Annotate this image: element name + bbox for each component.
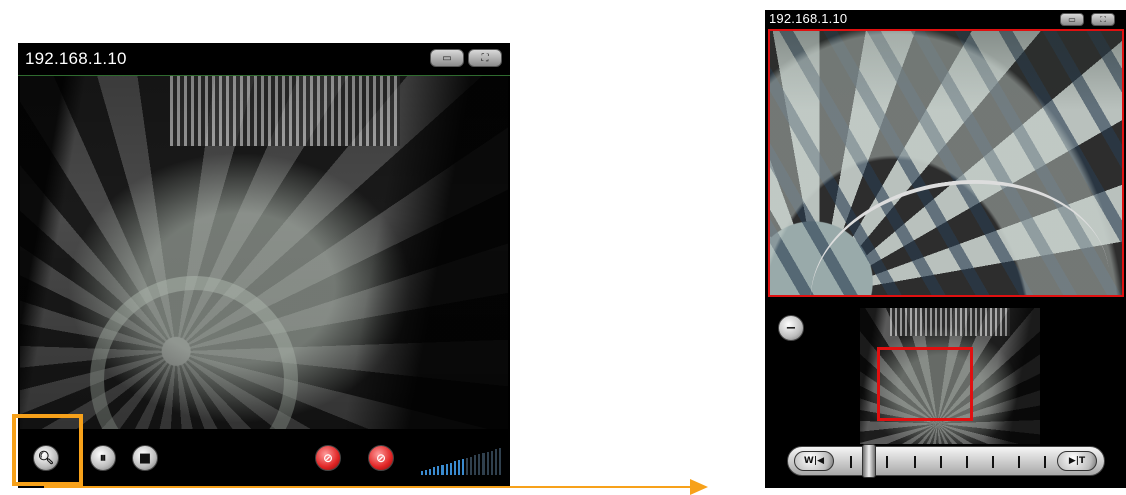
volume-bar [425, 469, 428, 475]
camera-address: 192.168.1.10 [25, 49, 127, 68]
volume-bar [466, 457, 469, 475]
zoom-slider-tick [940, 456, 942, 468]
volume-bar [457, 460, 460, 475]
volume-bar [494, 449, 497, 475]
video-shading [20, 76, 508, 429]
fullscreen-icon: ⛶ [481, 52, 489, 64]
volume-bar [421, 471, 424, 475]
zoom-tele-button[interactable]: ▶| T [1057, 451, 1097, 471]
volume-bar [486, 451, 489, 475]
zoom-slider-tick [1044, 456, 1046, 468]
volume-bar [478, 454, 481, 475]
record-off-icon: ⊘ [322, 451, 334, 465]
zoom-button-highlight [12, 414, 83, 486]
zoom-exit-button[interactable]: − [778, 315, 804, 341]
window-size-icon: ▭ [442, 52, 452, 64]
volume-meter[interactable] [421, 447, 501, 475]
live-view-window-right: 192.168.1.10 ▭ ⛶ − W |◀ ▶| T [765, 10, 1126, 488]
title-bar: 192.168.1.10 ▭ ⛶ [18, 43, 510, 75]
zoom-region-box[interactable] [877, 347, 973, 421]
volume-bar [461, 459, 465, 475]
zoom-slider-knob[interactable] [862, 444, 876, 478]
volume-bar [429, 468, 432, 475]
window-size-button-right[interactable]: ▭ [1060, 13, 1084, 26]
window-size-icon: ▭ [1068, 15, 1076, 24]
control-bar: 🔍︎ ⏸ ■ ⊘ ⊘ [18, 431, 510, 488]
volume-bar [470, 456, 473, 475]
callout-arrow-head [690, 479, 708, 495]
zoom-slider-tick [1018, 456, 1020, 468]
fullscreen-icon: ⛶ [1100, 14, 1106, 24]
zoomed-video[interactable] [768, 29, 1124, 297]
mute-icon: ⊘ [375, 451, 387, 465]
zoom-slider-tick [966, 456, 968, 468]
volume-bar [490, 450, 493, 475]
camera-address-right: 192.168.1.10 [769, 11, 848, 26]
volume-bar [453, 461, 456, 475]
zoom-slider-tick [992, 456, 994, 468]
zoom-slider-tick [850, 456, 852, 468]
volume-bar [474, 455, 477, 475]
fullscreen-button[interactable]: ⛶ [468, 49, 502, 67]
step-back-icon: |◀ [813, 456, 825, 466]
pause-button[interactable]: ⏸ [90, 445, 116, 471]
zoom-wide-label: W [803, 456, 814, 466]
zoom-out-icon: − [785, 320, 797, 336]
stop-button[interactable]: ■ [132, 445, 158, 471]
volume-bar [441, 465, 444, 475]
volume-bar [437, 466, 440, 475]
pause-icon: ⏸ [99, 450, 107, 466]
zoom-slider-tick [914, 456, 916, 468]
record-toggle-button[interactable]: ⊘ [315, 445, 341, 471]
zoom-navigator-thumbnail[interactable] [860, 308, 1040, 444]
live-view-window-left: 192.168.1.10 ▭ ⛶ 🔍︎ ⏸ ■ ⊘ ⊘ [18, 43, 510, 488]
volume-bar [445, 463, 448, 475]
volume-bar [449, 462, 452, 475]
window-size-button[interactable]: ▭ [430, 49, 464, 67]
volume-bar [433, 467, 436, 475]
zoom-slider[interactable]: W |◀ ▶| T [787, 444, 1105, 478]
stop-icon: ■ [138, 450, 152, 466]
mute-button[interactable]: ⊘ [368, 445, 394, 471]
fullscreen-button-right[interactable]: ⛶ [1091, 13, 1115, 26]
volume-bar [482, 453, 485, 475]
zoom-tele-label: T [1079, 456, 1086, 466]
volume-bar [498, 448, 501, 475]
title-bar-right: 192.168.1.10 ▭ ⛶ [765, 10, 1126, 29]
live-video[interactable] [20, 76, 508, 429]
step-forward-icon: ▶| [1068, 456, 1080, 466]
zoom-slider-tick [886, 456, 888, 468]
zoom-wide-button[interactable]: W |◀ [794, 451, 834, 471]
